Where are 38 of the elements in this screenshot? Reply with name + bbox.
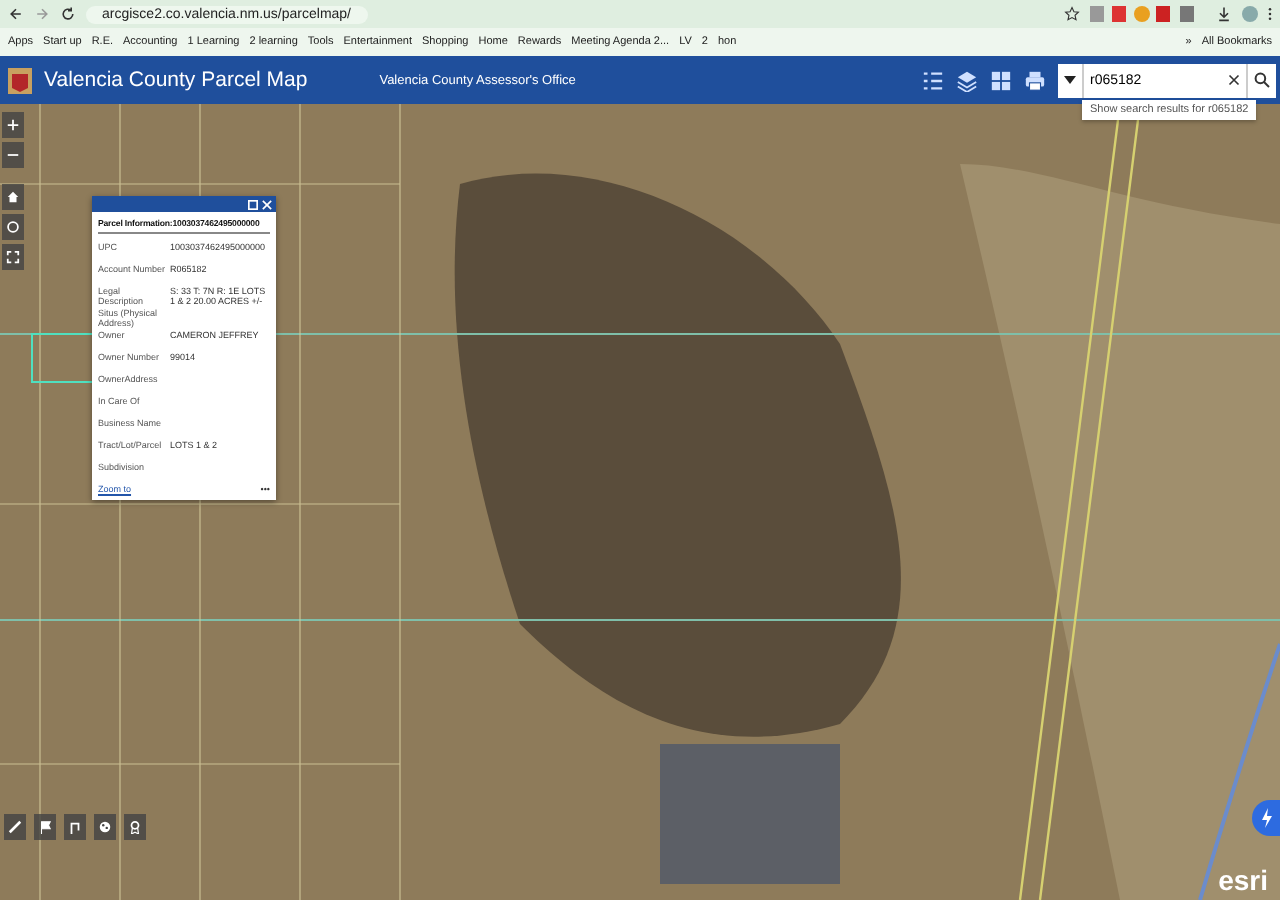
flag-icon [38, 820, 52, 834]
maximize-icon[interactable] [248, 199, 258, 209]
esri-logo: esri [1218, 864, 1268, 896]
badge-button[interactable] [124, 814, 146, 840]
flag-button[interactable] [34, 814, 56, 840]
fullscreen-icon [6, 250, 20, 264]
close-icon[interactable] [262, 199, 272, 209]
pencil-icon [8, 820, 22, 834]
locate-button[interactable] [2, 214, 24, 240]
measure-button[interactable] [4, 814, 26, 840]
circle-icon [6, 220, 20, 234]
caret-icon [1064, 76, 1076, 84]
county-seal-icon [8, 67, 32, 93]
route-button[interactable] [64, 814, 86, 840]
download-icon[interactable] [1216, 6, 1232, 22]
ribbon-icon [128, 820, 142, 834]
list-icon[interactable] [922, 69, 944, 91]
home-icon [6, 190, 20, 204]
search-icon [1254, 72, 1270, 88]
palette-button[interactable] [94, 814, 116, 840]
app-title: Valencia County Parcel Map [44, 68, 308, 92]
lightning-icon [1259, 808, 1273, 828]
fullscreen-button[interactable] [2, 244, 24, 270]
grid-icon[interactable] [990, 69, 1012, 91]
home-button[interactable] [2, 184, 24, 210]
zoom-out-button[interactable] [2, 142, 24, 168]
zoom-in-button[interactable] [2, 112, 24, 138]
layers-icon[interactable] [956, 69, 978, 91]
aerial-map-drawing[interactable] [0, 104, 1280, 900]
star-icon[interactable] [1064, 6, 1080, 22]
back-icon[interactable] [8, 6, 24, 22]
line-icon [68, 820, 82, 834]
palette-icon [98, 820, 112, 834]
minus-icon [6, 148, 20, 162]
reload-icon[interactable] [60, 6, 76, 22]
plus-icon [6, 118, 20, 132]
clear-icon[interactable] [1228, 74, 1240, 86]
print-icon[interactable] [1024, 69, 1046, 91]
